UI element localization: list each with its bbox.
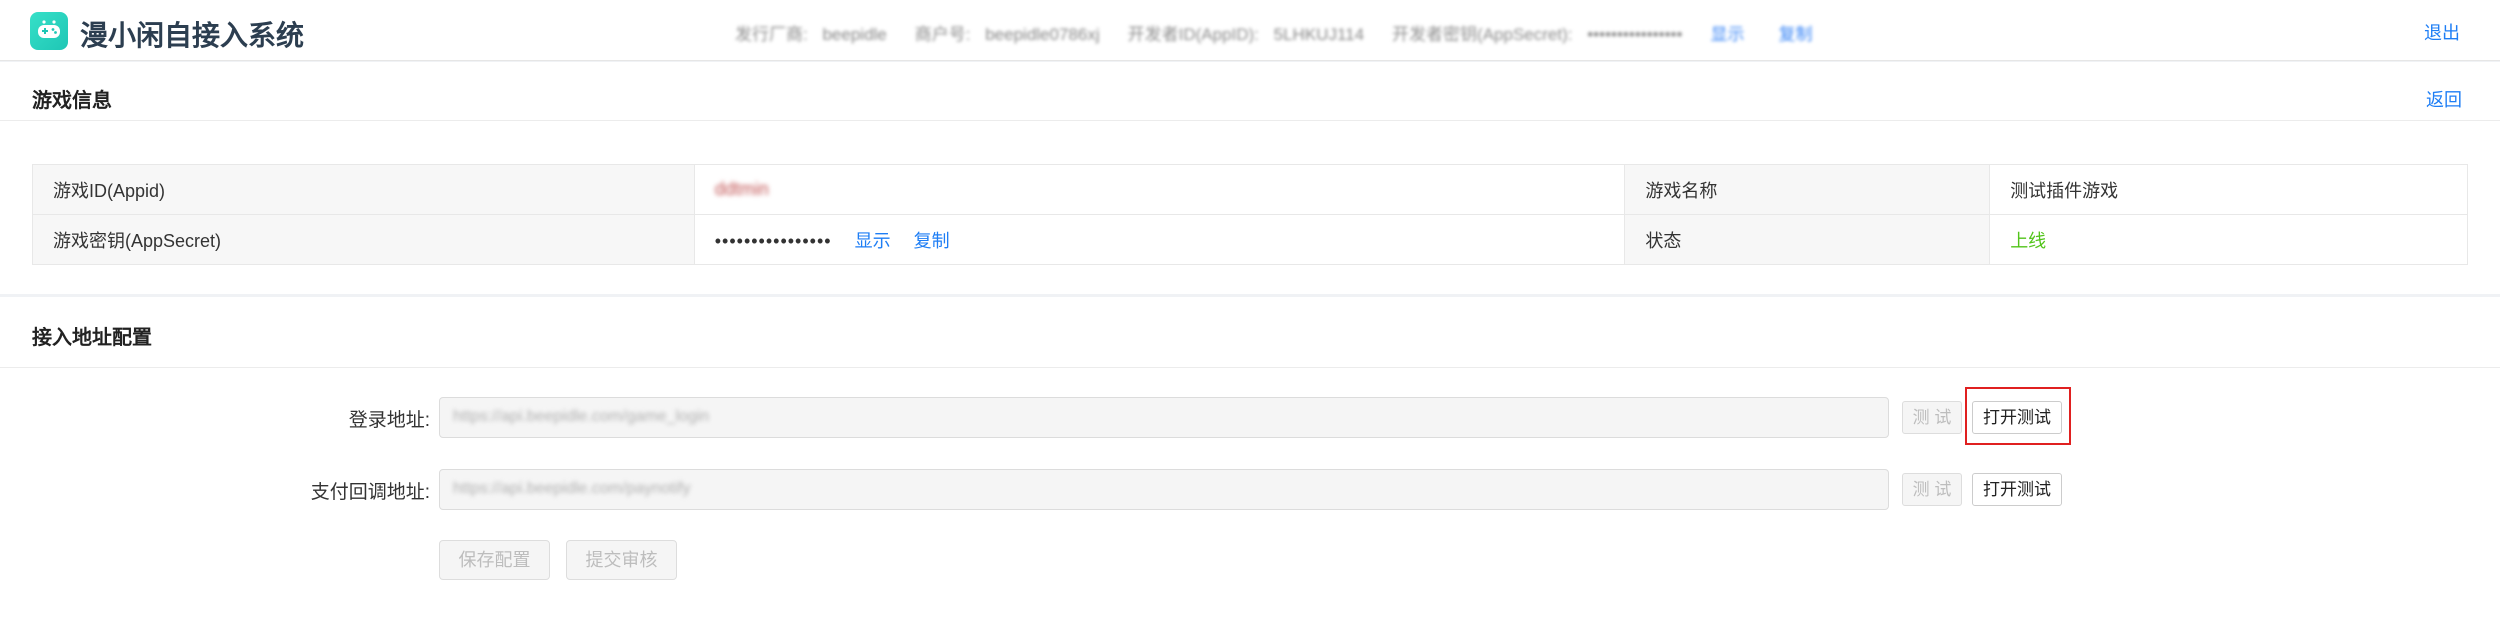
action-row: 保存配置 提交审核 bbox=[0, 540, 2500, 582]
secret-dots: •••••••••••••••• bbox=[714, 230, 832, 251]
login-url-label: 登录地址: bbox=[348, 410, 430, 431]
pay-open-test-button[interactable]: 打开测试 bbox=[1972, 473, 2062, 506]
pay-test-button[interactable]: 测 试 bbox=[1902, 473, 1962, 506]
secret-value: •••••••••••••••• bbox=[1587, 25, 1683, 44]
logout-link[interactable]: 退出 bbox=[2424, 19, 2460, 45]
submit-review-button[interactable]: 提交审核 bbox=[566, 540, 677, 580]
merchant-label: 商户号: bbox=[914, 25, 971, 44]
save-config-button[interactable]: 保存配置 bbox=[439, 540, 550, 580]
game-id-text: ddtmin bbox=[714, 179, 769, 199]
copy-secret-link[interactable]: 复制 bbox=[914, 231, 950, 251]
access-config-title: 接入地址配置 bbox=[32, 327, 152, 349]
table-row: 游戏密钥(AppSecret) •••••••••••••••• 显示 复制 状… bbox=[32, 214, 2468, 265]
developer-label: 发行厂商: bbox=[735, 25, 808, 44]
appid-value: 5LHKUJ114 bbox=[1273, 25, 1365, 44]
game-id-value: ddtmin bbox=[693, 164, 1626, 215]
access-config-panel: 接入地址配置 登录地址: https://api.beepidle.com/ga… bbox=[0, 297, 2500, 644]
header-show-link[interactable]: 显示 bbox=[1710, 20, 1744, 45]
appid-label: 开发者ID(AppID): bbox=[1127, 25, 1259, 44]
status-label: 状态 bbox=[1624, 214, 1991, 265]
pay-url-row: 支付回调地址: https://api.beepidle.com/paynoti… bbox=[0, 469, 2500, 511]
login-test-button[interactable]: 测 试 bbox=[1902, 401, 1962, 434]
game-info-title: 游戏信息 bbox=[32, 90, 112, 112]
game-name-value: 测试插件游戏 bbox=[1989, 164, 2468, 215]
login-open-test-button[interactable]: 打开测试 bbox=[1972, 401, 2062, 434]
login-url-row: 登录地址: https://api.beepidle.com/game_logi… bbox=[0, 387, 2500, 445]
pay-url-input[interactable] bbox=[439, 469, 1889, 510]
account-info: 发行厂商: beepidle 商户号: beepidle0786xj 开发者ID… bbox=[735, 20, 1846, 45]
divider bbox=[0, 120, 2500, 121]
header-copy-link[interactable]: 复制 bbox=[1778, 20, 1812, 45]
game-info-table: 游戏ID(Appid) ddtmin 游戏名称 测试插件游戏 游戏密钥(AppS… bbox=[32, 164, 2468, 265]
merchant-value: beepidle0786xj bbox=[985, 25, 1100, 44]
game-info-panel: 游戏信息 返回 游戏ID(Appid) ddtmin 游戏名称 测试插件游戏 游… bbox=[0, 62, 2500, 294]
show-secret-link[interactable]: 显示 bbox=[855, 231, 891, 251]
app-title: 漫小闲自接入系统 bbox=[80, 20, 305, 51]
developer-value: beepidle bbox=[822, 25, 887, 44]
top-bar: 漫小闲自接入系统 发行厂商: beepidle 商户号: beepidle078… bbox=[0, 0, 2500, 61]
game-secret-label: 游戏密钥(AppSecret) bbox=[32, 214, 695, 265]
table-row: 游戏ID(Appid) ddtmin 游戏名称 测试插件游戏 bbox=[32, 164, 2468, 215]
login-url-input[interactable] bbox=[439, 397, 1889, 438]
game-id-label: 游戏ID(Appid) bbox=[32, 164, 695, 215]
game-name-label: 游戏名称 bbox=[1624, 164, 1991, 215]
gamepad-icon bbox=[30, 12, 68, 50]
status-value: 上线 bbox=[1989, 214, 2468, 265]
secret-label: 开发者密钥(AppSecret): bbox=[1392, 25, 1573, 44]
game-secret-value: •••••••••••••••• 显示 复制 bbox=[693, 214, 1626, 265]
back-link[interactable]: 返回 bbox=[2426, 86, 2462, 112]
pay-url-label: 支付回调地址: bbox=[310, 482, 430, 503]
status-badge: 上线 bbox=[2010, 230, 2047, 251]
divider bbox=[0, 367, 2500, 368]
